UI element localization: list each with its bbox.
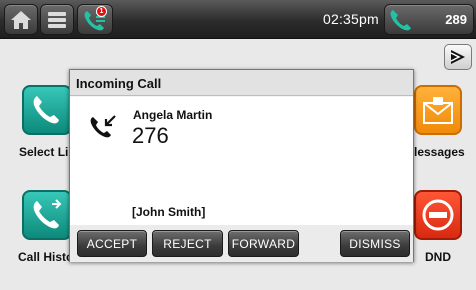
forward-button[interactable]: FORWARD bbox=[228, 230, 299, 257]
envelope-icon bbox=[423, 97, 453, 124]
select-line-label: Select Li bbox=[19, 145, 69, 159]
call-history-tile[interactable] bbox=[22, 190, 72, 240]
list-icon bbox=[48, 11, 66, 28]
play-arrow-icon bbox=[450, 50, 465, 64]
reject-button[interactable]: REJECT bbox=[152, 230, 223, 257]
dismiss-button[interactable]: DISMISS bbox=[340, 230, 410, 257]
dnd-label: DND bbox=[425, 250, 451, 264]
dialog-actions: ACCEPT REJECT FORWARD DISMISS bbox=[70, 225, 413, 262]
dnd-tile[interactable] bbox=[414, 190, 462, 240]
select-line-tile[interactable] bbox=[22, 85, 72, 135]
status-bar: 1 02:35pm 289 bbox=[0, 0, 476, 39]
called-party: [John Smith] bbox=[132, 205, 206, 219]
line-button[interactable]: 289 bbox=[384, 4, 474, 35]
dialog-title: Incoming Call bbox=[70, 70, 413, 96]
menu-list-button[interactable] bbox=[40, 4, 74, 35]
caller-name: Angela Martin bbox=[133, 108, 213, 122]
call-history-icon bbox=[33, 199, 62, 229]
home-icon bbox=[11, 10, 31, 29]
phone-icon bbox=[33, 96, 59, 124]
no-entry-icon bbox=[422, 199, 454, 231]
clock: 02:35pm bbox=[323, 11, 379, 27]
missed-calls-badge: 1 bbox=[96, 6, 107, 17]
messages-tile[interactable] bbox=[414, 85, 462, 135]
dialog-body: Angela Martin 276 [John Smith] bbox=[70, 97, 413, 225]
incoming-call-icon bbox=[90, 115, 116, 138]
next-page-button[interactable] bbox=[444, 44, 472, 70]
accept-button[interactable]: ACCEPT bbox=[77, 230, 147, 257]
call-history-label: Call Histo bbox=[18, 250, 74, 264]
incoming-call-dialog: Incoming Call Angela Martin 276 [John Sm… bbox=[69, 69, 414, 262]
messages-label: lessages bbox=[414, 145, 465, 159]
phone-icon bbox=[390, 9, 411, 30]
call-log-button[interactable]: 1 bbox=[77, 4, 113, 35]
caller-number: 276 bbox=[132, 123, 169, 148]
line-number: 289 bbox=[445, 12, 467, 27]
home-button[interactable] bbox=[4, 4, 38, 35]
